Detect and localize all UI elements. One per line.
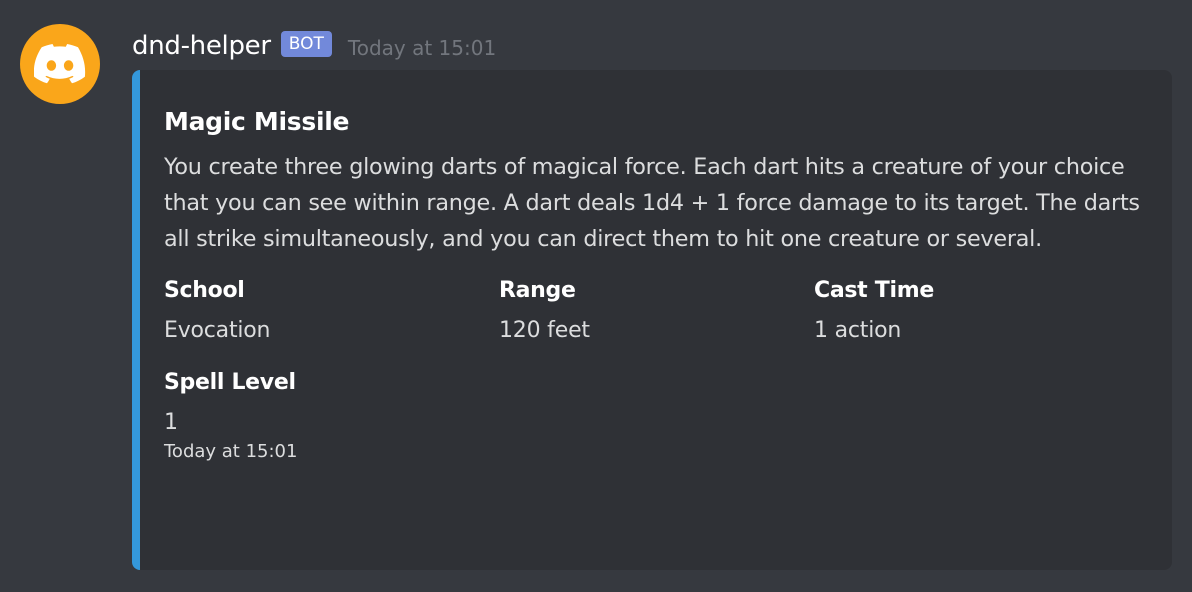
embed-footer-timestamp: Today at 15:01 [164,441,298,462]
embed-description: You create three glowing darts of magica… [164,154,1140,252]
bot-tag-badge: BOT [280,31,332,57]
embed-content: Magic Missile You create three glowing d… [164,104,1154,467]
field-name: School [164,278,245,303]
message-timestamp[interactable]: Today at 15:01 [348,36,496,60]
message-header: dnd-helper BOT Today at 15:01 [132,26,496,66]
embed-title: Magic Missile [164,107,350,136]
spell-embed: Magic Missile You create three glowing d… [132,70,1172,570]
field-name: Cast Time [814,278,934,303]
field-value: 1 [164,410,178,435]
field-value: 1 action [814,318,902,343]
field-spell-level: Spell Level 1 [164,365,464,441]
field-value: Evocation [164,318,271,343]
field-cast-time: Cast Time 1 action [814,273,1114,349]
embed-fields: School Evocation Range 120 feet Cast Tim… [164,273,1154,435]
bot-avatar[interactable] [20,24,100,104]
field-range: Range 120 feet [499,273,799,349]
embed-accent-bar [132,70,140,570]
chat-message: dnd-helper BOT Today at 15:01 Magic Miss… [0,0,1192,592]
field-name: Spell Level [164,370,296,395]
field-name: Range [499,278,576,303]
field-value: 120 feet [499,318,590,343]
discord-logo-icon [34,44,86,84]
author-username[interactable]: dnd-helper [132,31,271,61]
field-school: School Evocation [164,273,464,349]
